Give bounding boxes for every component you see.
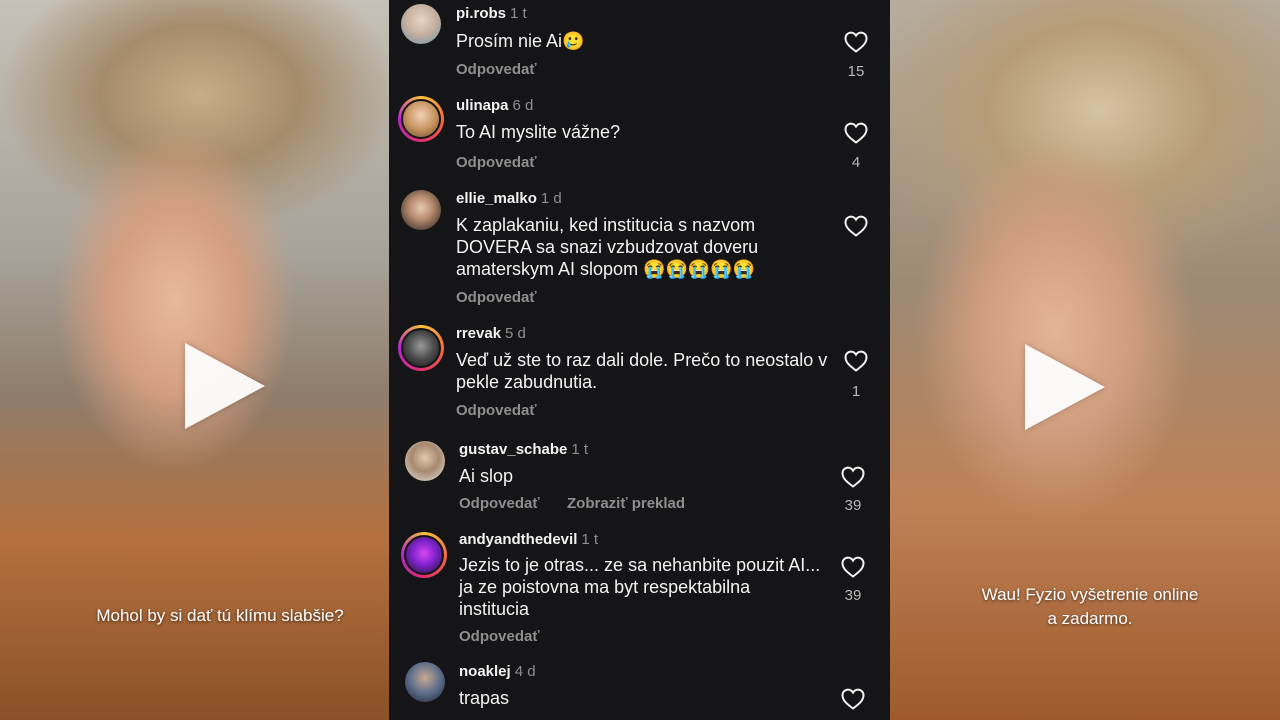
comment-text: trapas bbox=[459, 688, 510, 708]
caption-line: a zadarmo. bbox=[1047, 609, 1133, 628]
comments-panel: pi.robs 1 t Prosím nie Ai🥲 Odpovedať 15 u… bbox=[389, 0, 891, 720]
like-count: 4 bbox=[851, 154, 861, 171]
right-video-player[interactable]: Wau! Fyzio vyšetrenie online a zadarmo. bbox=[890, 0, 1280, 720]
comment-username[interactable]: andyandthedevil 1 t bbox=[459, 531, 598, 548]
comment-item: andyandthedevil 1 t Jezis to je otras... … bbox=[389, 527, 891, 657]
avatar[interactable] bbox=[401, 190, 441, 230]
heart-outline-icon[interactable] bbox=[844, 122, 868, 144]
comment-time: 1 t bbox=[571, 441, 589, 458]
translate-button[interactable]: Zobraziť preklad bbox=[567, 495, 685, 512]
play-icon[interactable] bbox=[1025, 344, 1105, 430]
video-caption: Wau! Fyzio vyšetrenie online a zadarmo. bbox=[920, 583, 1260, 631]
reply-button[interactable]: Odpovedať bbox=[456, 154, 537, 171]
heart-outline-icon[interactable] bbox=[844, 31, 868, 53]
comment-time: 1 t bbox=[510, 5, 527, 22]
avatar[interactable] bbox=[401, 4, 441, 44]
avatar[interactable] bbox=[398, 96, 444, 142]
comment-text: To AI myslite vážne? bbox=[456, 122, 621, 142]
comment-item: rrevak 5 d Veď už ste to raz dali dole. P… bbox=[389, 320, 891, 435]
reply-button[interactable]: Odpovedať bbox=[456, 402, 537, 419]
avatar[interactable] bbox=[398, 325, 444, 371]
avatar[interactable] bbox=[401, 532, 447, 578]
comment-text: Ai slop bbox=[459, 466, 514, 486]
comment-text: K zaplakaniu, ked institucia s nazvom DO… bbox=[456, 215, 759, 279]
avatar[interactable] bbox=[405, 662, 445, 702]
comment-item: gustav_schabe 1 t Ai slop Odpovedať Zobra… bbox=[389, 435, 891, 527]
comment-item: ellie_malko 1 d K zaplakaniu, ked institu… bbox=[389, 184, 891, 320]
heart-outline-icon[interactable] bbox=[841, 688, 865, 710]
like-count: 39 bbox=[844, 497, 862, 514]
avatar[interactable] bbox=[405, 441, 445, 481]
comment-item: noaklej 4 d trapas bbox=[389, 657, 891, 720]
heart-outline-icon[interactable] bbox=[844, 215, 868, 237]
reply-button[interactable]: Odpovedať bbox=[456, 289, 537, 306]
comment-time: 6 d bbox=[512, 97, 534, 114]
comment-username[interactable]: noaklej 4 d bbox=[459, 663, 536, 680]
comment-username[interactable]: gustav_schabe 1 t bbox=[459, 441, 588, 458]
reply-button[interactable]: Odpovedať bbox=[459, 495, 540, 512]
comment-username[interactable]: rrevak 5 d bbox=[456, 325, 526, 342]
comment-username[interactable]: ulinapa 6 d bbox=[456, 97, 533, 114]
reply-button[interactable]: Odpovedať bbox=[456, 61, 537, 78]
reply-button[interactable]: Odpovedať bbox=[459, 628, 540, 645]
comment-text: Jezis to je otras... ze sa nehanbite pou… bbox=[459, 555, 821, 619]
like-count: 1 bbox=[851, 383, 861, 400]
left-video-player[interactable]: Mohol by si dať tú klímu slabšie? bbox=[0, 0, 390, 720]
comment-time: 1 d bbox=[540, 190, 562, 207]
comment-text: Veď už ste to raz dali dole. Prečo to ne… bbox=[456, 350, 828, 392]
comment-item: pi.robs 1 t Prosím nie Ai🥲 Odpovedať 15 bbox=[389, 0, 891, 92]
heart-outline-icon[interactable] bbox=[844, 350, 868, 372]
comment-time: 4 d bbox=[514, 663, 536, 680]
heart-outline-icon[interactable] bbox=[841, 556, 865, 578]
heart-outline-icon[interactable] bbox=[841, 466, 865, 488]
caption-line: Wau! Fyzio vyšetrenie online bbox=[981, 585, 1199, 604]
comment-username[interactable]: ellie_malko 1 d bbox=[456, 190, 562, 207]
play-icon[interactable] bbox=[185, 343, 265, 429]
comment-time: 1 t bbox=[581, 531, 599, 548]
like-count: 15 bbox=[847, 63, 865, 80]
like-count: 39 bbox=[844, 587, 862, 604]
comment-username[interactable]: pi.robs 1 t bbox=[456, 5, 527, 22]
comment-item: ulinapa 6 d To AI myslite vážne? Odpoveda… bbox=[389, 92, 891, 184]
comment-time: 5 d bbox=[505, 325, 526, 342]
comment-text: Prosím nie Ai🥲 bbox=[456, 31, 585, 51]
video-caption: Mohol by si dať tú klímu slabšie? bbox=[96, 606, 344, 625]
